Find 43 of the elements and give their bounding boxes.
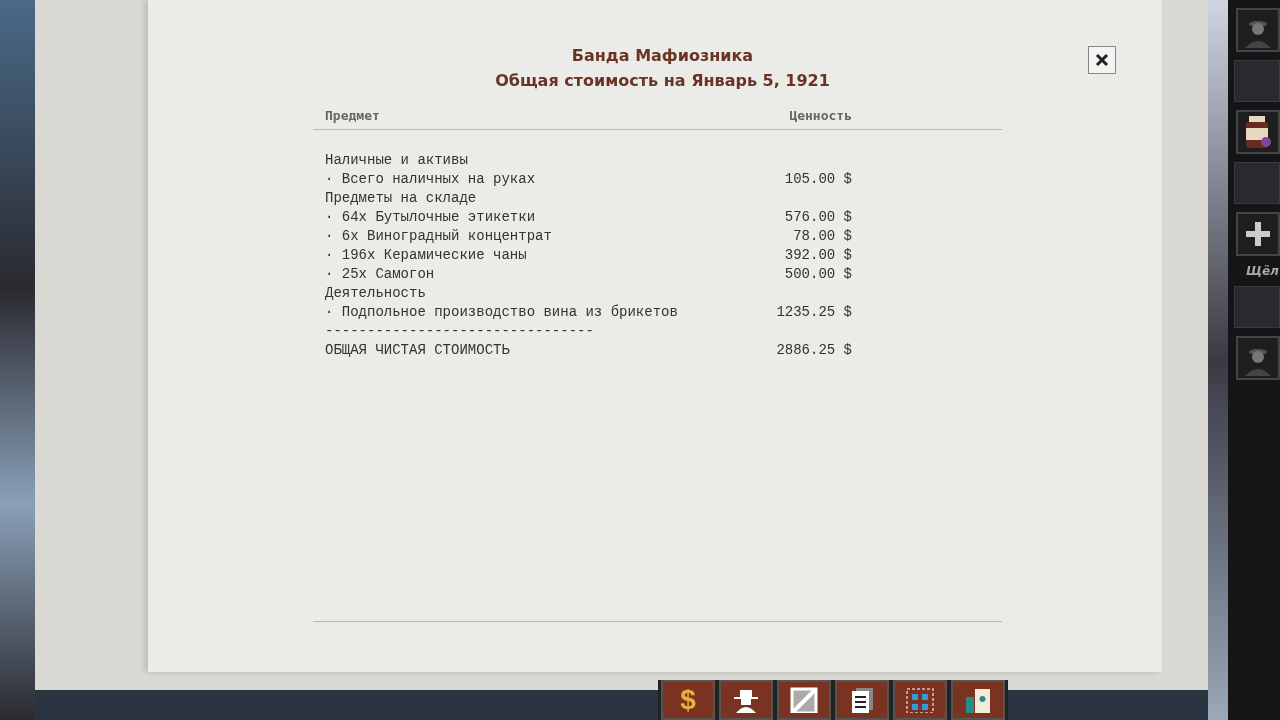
slashed-square-icon — [790, 687, 818, 713]
item-value: 392.00 $ — [784, 246, 852, 263]
item-value: 1235.25 $ — [776, 303, 852, 320]
toolbar-button[interactable] — [777, 680, 831, 720]
empty-slot — [1234, 60, 1280, 102]
section-label: Наличные и активы — [325, 151, 468, 168]
dashed-separator: -------------------------------- — [325, 322, 594, 339]
item-value: 576.00 $ — [784, 208, 852, 225]
item-label: · 6x Виноградный концентрат — [325, 227, 552, 244]
toolbar-button[interactable] — [719, 680, 773, 720]
report-title: Банда Мафиозника — [571, 46, 754, 65]
close-button[interactable] — [1088, 46, 1116, 74]
item-value: 78.00 $ — [793, 227, 852, 244]
total-label: ОБЩАЯ ЧИСТАЯ СТОИМОСТЬ — [325, 341, 510, 358]
item-label: · 64x Бутылочные этикетки — [325, 208, 536, 225]
item-label: · Всего наличных на руках — [325, 170, 536, 187]
empty-slot — [1234, 286, 1280, 328]
character-portrait[interactable] — [1236, 336, 1280, 380]
toolbar-button[interactable]: $ — [661, 680, 715, 720]
report-subtitle: Общая стоимость на Январь 5, 1921 — [495, 71, 830, 90]
total-value: 2886.25 $ — [776, 341, 852, 358]
column-header: Ценность — [789, 108, 852, 123]
grid-icon — [905, 687, 935, 713]
item-value: 500.00 $ — [784, 265, 852, 282]
empty-slot — [1234, 162, 1280, 204]
plus-icon — [1243, 219, 1273, 249]
add-button[interactable] — [1236, 212, 1280, 256]
item-value: 105.00 $ — [784, 170, 852, 187]
section-label: Деятельность — [325, 284, 426, 301]
inventory-slot[interactable] — [1236, 110, 1280, 154]
toolbar-button[interactable] — [835, 680, 889, 720]
column-header: Предмет — [325, 108, 380, 123]
close-icon — [1095, 53, 1109, 67]
playing-card-icon — [964, 687, 992, 713]
item-label: · 25x Самогон — [325, 265, 435, 282]
section-label: Предметы на складе — [325, 189, 477, 206]
item-label: · Подпольное производство вина из брикетов — [325, 303, 678, 320]
character-portrait[interactable] — [1236, 8, 1280, 52]
item-label: · 196x Керамические чаны — [325, 246, 527, 263]
hint-text: Щёл — [1245, 264, 1279, 278]
hat-man-icon — [731, 687, 761, 713]
document-icon — [850, 687, 874, 713]
toolbar-button[interactable] — [951, 680, 1005, 720]
